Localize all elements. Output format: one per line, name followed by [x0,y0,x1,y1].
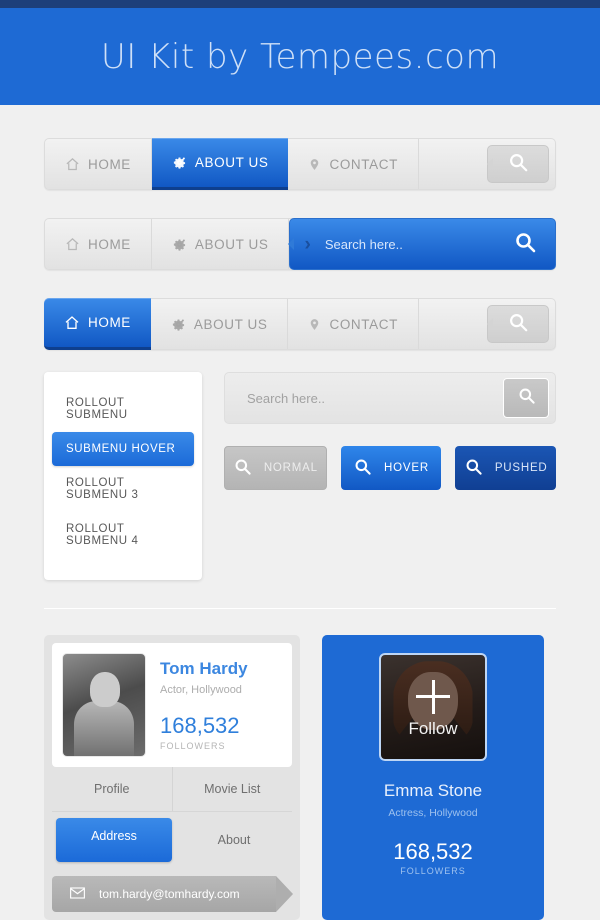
tab-about[interactable]: About [176,818,292,862]
search-icon [507,311,529,338]
nav1-label-contact: CONTACT [329,156,398,172]
submenu-item-hover[interactable]: SUBMENU HOVER [52,432,194,466]
profile-tabs-row-1: Profile Movie List [52,767,292,811]
nav2-item-about[interactable]: ABOUT US [152,219,290,269]
nav3-item-contact[interactable]: CONTACT [288,299,419,349]
page-title: UI Kit by Tempees.com [100,36,500,77]
avatar [62,653,146,757]
gear-icon [172,155,187,170]
gear-icon [171,317,186,332]
nav1-label-about: ABOUT US [194,155,269,170]
profile-card: Tom Hardy Actor, Hollywood 168,532 FOLLO… [44,635,300,920]
search-icon [464,457,483,479]
nav1-item-contact[interactable]: CONTACT [288,139,419,189]
search-button-pushed[interactable]: PUSHED [455,446,557,490]
nav1-label-home: HOME [88,156,131,172]
profile-followers-label: FOLLOWERS [160,741,226,751]
nav3-search-button[interactable] [487,305,549,343]
search-and-buttons-column: Search here.. NORMAL HOVER PUSHED [224,372,557,580]
pin-icon [308,157,321,172]
email-ribbon[interactable]: tom.hardy@tomhardy.com [52,876,293,912]
home-icon [65,237,80,252]
nav2-label-about: ABOUT US [194,236,269,252]
section-divider [44,608,556,609]
search-field[interactable]: Search here.. [224,372,556,424]
profile-tabs-row-2: Address About [52,811,292,864]
follow-label: Follow [408,719,458,739]
nav1-item-about[interactable]: ABOUT US [151,138,289,190]
nav2-label-home: HOME [88,236,131,252]
submenu-item-3[interactable]: ROLLOUT SUBMENU 3 [52,466,194,512]
search-button-hover[interactable]: HOVER [340,446,442,490]
search-input[interactable]: Search here.. [247,391,503,406]
profile-info: Tom Hardy Actor, Hollywood 168,532 FOLLO… [160,653,282,757]
follow-card-followers-count: 168,532 [393,839,473,864]
search-icon [233,457,252,479]
profile-followers-count: 168,532 [160,713,240,738]
pin-icon [308,317,321,332]
submenu-item-4[interactable]: ROLLOUT SUBMENU 4 [52,512,194,558]
search-icon [517,386,536,410]
follow-card-followers-label: FOLLOWERS [400,866,466,876]
profile-role: Actor, Hollywood [160,684,242,696]
avatar[interactable]: Follow [379,653,487,761]
navbar-with-search: HOME ABOUT US › Search here.. [44,218,556,270]
chevron-right-icon: › [304,233,311,255]
nav1-spacer [419,139,487,189]
tab-profile[interactable]: Profile [52,767,173,811]
avatar-head [90,672,120,708]
nav3-label-home: HOME [88,315,131,330]
content-stage: HOME ABOUT US CONTACT HOME ABOUT US › Se… [0,138,600,920]
page-header: UI Kit by Tempees.com [0,8,600,105]
email-address: tom.hardy@tomhardy.com [99,887,240,901]
search-button-hover-label: HOVER [384,462,429,474]
navbar-home-active: HOME ABOUT US CONTACT [44,298,556,350]
plus-icon[interactable] [416,679,450,714]
nav2-search-panel[interactable]: › Search here.. [288,218,556,270]
home-icon [64,315,80,331]
home-icon [65,157,80,172]
gear-icon [172,237,187,252]
follow-card: Follow Emma Stone Actress, Hollywood 168… [322,635,544,920]
search-button-pushed-label: PUSHED [494,462,548,474]
top-accent-strip [0,0,600,8]
submenu-and-search-row: ROLLOUT SUBMENU SUBMENU HOVER ROLLOUT SU… [44,372,557,580]
nav2-search-input[interactable]: Search here.. [325,237,499,252]
search-button-normal-label: NORMAL [263,462,318,474]
envelope-icon [70,886,85,902]
nav2-item-home[interactable]: HOME [45,219,152,269]
nav3-label-contact: CONTACT [329,316,398,332]
navbar-primary: HOME ABOUT US CONTACT [44,138,556,190]
profile-card-header: Tom Hardy Actor, Hollywood 168,532 FOLLO… [52,643,292,767]
search-button-normal[interactable]: NORMAL [224,446,327,490]
search-submit-button[interactable] [503,378,549,418]
search-icon[interactable] [513,230,537,259]
tab-movie-list[interactable]: Movie List [173,767,293,811]
follow-card-role: Actress, Hollywood [388,807,478,819]
nav1-search-button[interactable] [487,145,549,183]
nav3-item-about[interactable]: ABOUT US [151,299,289,349]
profile-name: Tom Hardy [160,659,248,678]
nav3-item-home[interactable]: HOME [44,298,151,350]
search-icon [507,151,529,178]
submenu-item-1[interactable]: ROLLOUT SUBMENU [52,386,194,432]
tab-address[interactable]: Address [56,818,172,862]
search-icon [353,457,372,479]
nav3-label-about: ABOUT US [193,316,268,332]
follow-card-name: Emma Stone [383,781,483,800]
nav1-item-home[interactable]: HOME [45,139,152,189]
button-states-row: NORMAL HOVER PUSHED [224,446,557,490]
rollout-submenu: ROLLOUT SUBMENU SUBMENU HOVER ROLLOUT SU… [44,372,202,580]
nav3-spacer [419,299,487,349]
cards-row: Tom Hardy Actor, Hollywood 168,532 FOLLO… [44,635,556,920]
